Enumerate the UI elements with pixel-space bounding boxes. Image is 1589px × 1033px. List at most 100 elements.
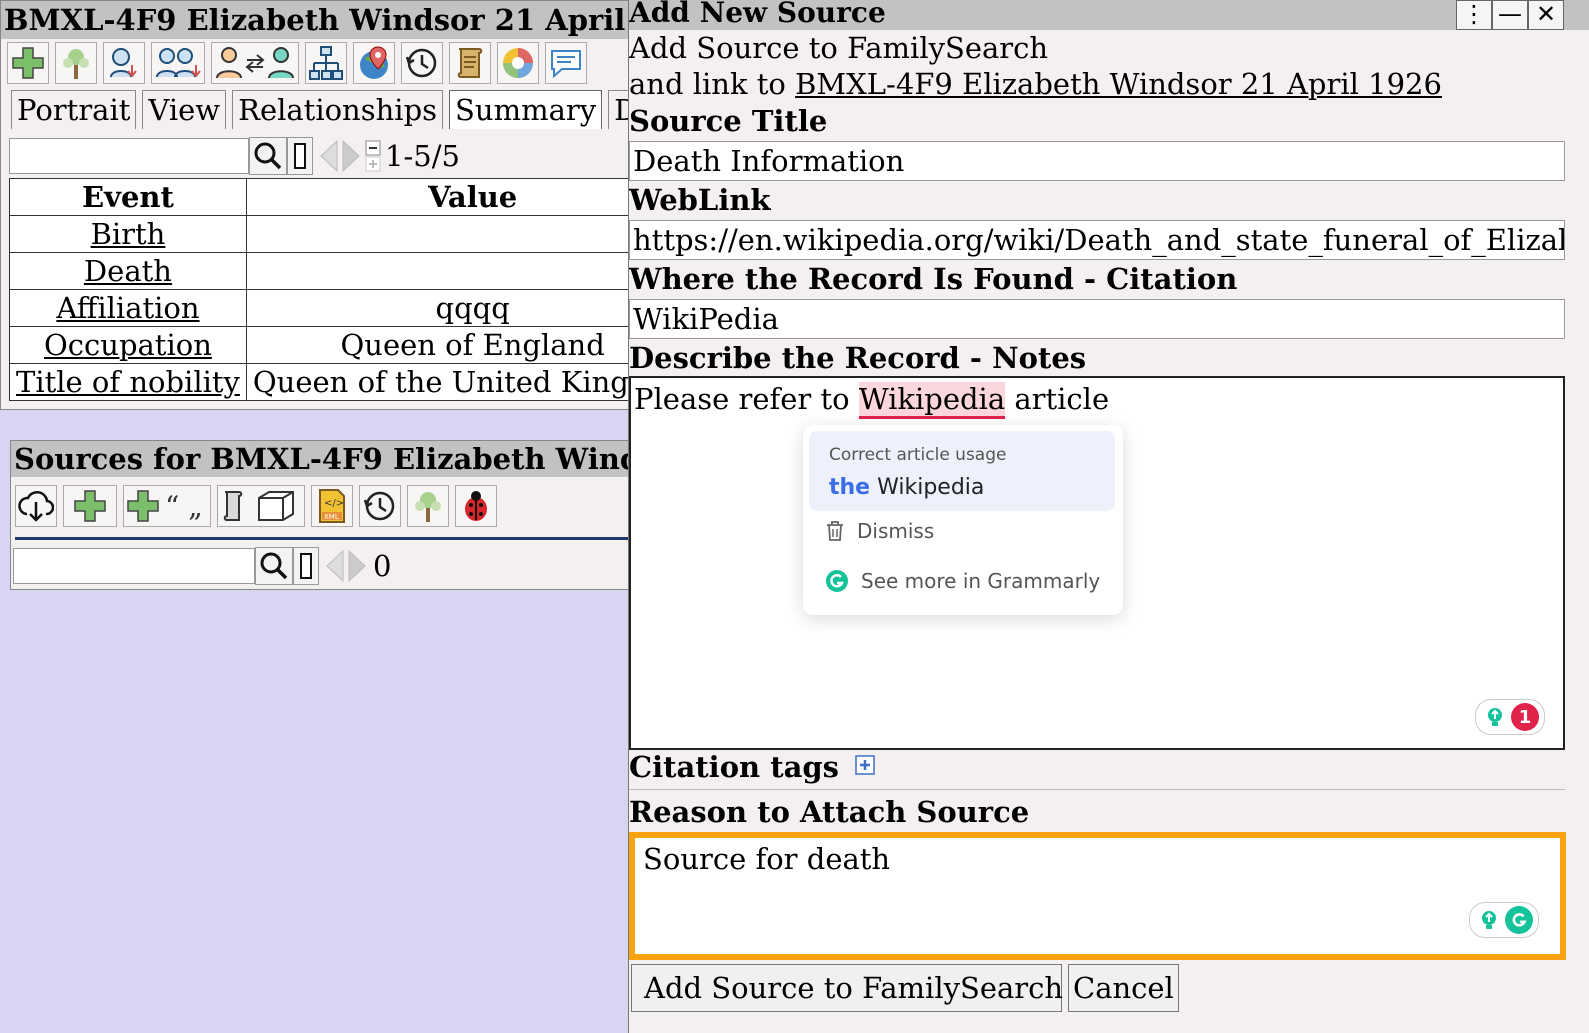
person-search-input[interactable]	[9, 138, 249, 174]
dialog-subtitle: Add Source to FamilySearch	[629, 31, 1049, 65]
collapse-icon[interactable]	[365, 140, 381, 156]
person-tabs: Portrait View Relationships Summary Deta	[11, 90, 635, 129]
event-link-affiliation[interactable]: Affiliation	[56, 291, 199, 325]
find-person-icon[interactable]	[103, 42, 145, 84]
person-panel-title: BMXL-4F9 Elizabeth Windsor 21 April 1926	[1, 1, 635, 39]
svg-text:</>: </>	[324, 498, 344, 509]
history-icon[interactable]	[401, 42, 443, 84]
dialog-title: Add New Source	[629, 0, 1589, 30]
add-source-button[interactable]: Add Source to FamilySearch	[631, 964, 1064, 1012]
issue-count-badge: 1	[1511, 703, 1539, 731]
weblink-label: WebLink	[629, 183, 771, 217]
table-row: Birth	[9, 215, 635, 253]
xml-file-icon[interactable]: </> XML	[311, 485, 353, 527]
event-link-death[interactable]: Death	[84, 254, 172, 288]
sources-count: 0	[373, 549, 392, 583]
scroll-icon[interactable]	[449, 42, 491, 84]
chart-wheel-icon[interactable]	[497, 42, 539, 84]
tab-summary[interactable]: Summary	[449, 90, 603, 129]
event-link-birth[interactable]: Birth	[91, 217, 166, 251]
pager-count: 1-5/5	[385, 139, 460, 173]
close-icon[interactable]: ✕	[1528, 0, 1564, 30]
cancel-label: Cancel	[1073, 971, 1174, 1005]
compare-persons-icon[interactable]	[211, 42, 299, 84]
divider	[629, 789, 1565, 790]
value-cell	[245, 215, 635, 253]
add-source-label: Add Source to FamilySearch	[644, 971, 1064, 1005]
bug-icon[interactable]	[455, 485, 497, 527]
person-search-row: 1-5/5	[9, 137, 460, 175]
repository-box-icon[interactable]	[217, 485, 305, 527]
reason-text: Source for death	[643, 842, 891, 876]
prev-next-icon[interactable]	[317, 138, 363, 174]
expand-icon[interactable]	[365, 156, 381, 172]
grammarly-suggestion-popup: Correct article usage the Wikipedia Dism…	[803, 425, 1123, 615]
reason-textarea[interactable]: Source for death	[629, 832, 1566, 960]
collapse-expand	[365, 140, 381, 172]
add-citation-icon[interactable]: “ „	[123, 485, 211, 527]
table-row: Title of nobility Queen of the United Ki…	[9, 363, 635, 401]
lightbulb-icon	[1475, 906, 1503, 934]
svg-text:“ „: “ „	[165, 490, 203, 523]
add-source-icon[interactable]	[63, 485, 117, 527]
grammarly-badge-notes[interactable]: 1	[1475, 699, 1545, 735]
source-title-input[interactable]: Death Information	[629, 141, 1565, 181]
grammarly-logo-icon	[1505, 906, 1533, 934]
clear-filter-icon[interactable]	[293, 547, 319, 585]
flagged-word[interactable]: Wikipedia	[858, 382, 1006, 419]
event-link-title-of-nobility[interactable]: Title of nobility	[16, 365, 240, 399]
table-header-row: Event Value	[9, 178, 635, 216]
lightbulb-icon	[1481, 703, 1509, 731]
kebab-menu-icon[interactable]: ⋮	[1456, 0, 1492, 30]
suggestion-fix[interactable]: the Wikipedia	[829, 475, 984, 500]
sources-search-input[interactable]	[13, 548, 255, 584]
see-more-row[interactable]: See more in Grammarly	[825, 569, 1100, 593]
value-cell: Queen of the United Kingdom	[245, 363, 635, 401]
pedigree-icon[interactable]	[305, 42, 347, 84]
value-cell: qqqq	[245, 289, 635, 327]
event-link-occupation[interactable]: Occupation	[44, 328, 212, 362]
history-icon[interactable]	[359, 485, 401, 527]
suggestion-insert: the	[829, 475, 871, 500]
tree-icon[interactable]	[407, 485, 449, 527]
clear-filter-icon[interactable]	[287, 137, 313, 175]
map-icon[interactable]	[353, 42, 395, 84]
value-cell: Queen of England	[245, 326, 635, 364]
search-icon[interactable]	[249, 137, 287, 175]
suggestion-title: Correct article usage	[829, 445, 1007, 465]
grammarly-badge-reason[interactable]	[1469, 902, 1539, 938]
person-toolbar	[7, 42, 587, 84]
grammarly-logo-icon	[826, 570, 848, 592]
comment-icon[interactable]	[545, 42, 587, 84]
sources-panel-title: Sources for BMXL-4F9 Elizabeth Windsor 2…	[11, 441, 635, 477]
download-icon[interactable]	[15, 485, 57, 527]
column-header-event: Event	[9, 178, 247, 216]
suggestion-card[interactable]: Correct article usage the Wikipedia	[809, 431, 1115, 511]
tab-relationships[interactable]: Relationships	[232, 90, 444, 129]
suggestion-word: Wikipedia	[877, 475, 985, 500]
weblink-input[interactable]: https://en.wikipedia.org/wiki/Death_and_…	[629, 220, 1565, 260]
events-table: Event Value Birth Death Affiliation qqqq…	[9, 178, 635, 401]
add-tag-icon[interactable]	[855, 755, 875, 775]
sources-toolbar: “ „ </> XML	[15, 485, 497, 527]
divider	[15, 537, 635, 540]
table-row: Death	[9, 252, 635, 290]
sources-panel: Sources for BMXL-4F9 Elizabeth Windsor 2…	[10, 440, 636, 590]
cancel-button[interactable]: Cancel	[1068, 964, 1179, 1012]
search-icon[interactable]	[255, 547, 293, 585]
table-row: Affiliation qqqq	[9, 289, 635, 327]
find-people-icon[interactable]	[151, 42, 205, 84]
tab-view[interactable]: View	[142, 90, 227, 129]
minimize-icon[interactable]: —	[1492, 0, 1528, 30]
dismiss-row[interactable]: Dismiss	[825, 519, 934, 543]
event-cell: Birth	[9, 215, 247, 253]
tab-portrait[interactable]: Portrait	[11, 90, 137, 129]
citation-input[interactable]: WikiPedia	[629, 299, 1565, 339]
person-panel: BMXL-4F9 Elizabeth Windsor 21 April 1926	[0, 0, 636, 410]
person-link[interactable]: BMXL-4F9 Elizabeth Windsor 21 April 1926	[795, 67, 1442, 101]
tree-icon[interactable]	[55, 42, 97, 84]
add-icon[interactable]	[7, 42, 49, 84]
svg-text:XML: XML	[324, 513, 339, 521]
prev-next-icon[interactable]	[323, 548, 369, 584]
source-title-label: Source Title	[629, 104, 828, 138]
